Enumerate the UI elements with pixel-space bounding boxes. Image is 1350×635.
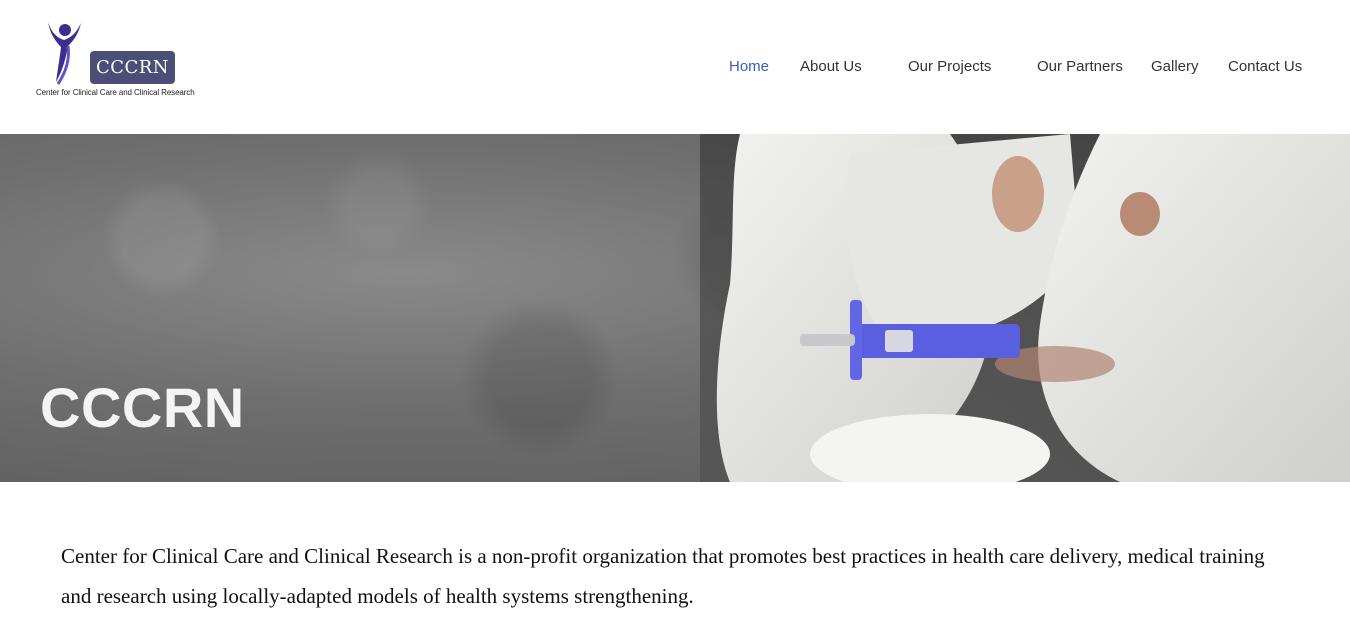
nav-contact-us[interactable]: Contact Us: [1228, 57, 1302, 77]
hero-title: CCCRN: [40, 376, 245, 439]
intro-paragraph: Center for Clinical Care and Clinical Re…: [61, 544, 1265, 608]
nav-our-projects[interactable]: Our Projects: [908, 57, 991, 77]
logo-figure-icon: [48, 22, 81, 85]
site-header: CCCRN Center for Clinical Care and Clini…: [0, 0, 1350, 134]
hero-banner: CCCRN: [0, 134, 1350, 482]
nav-about-us[interactable]: About Us: [800, 57, 862, 77]
nav-our-partners[interactable]: Our Partners: [1037, 57, 1123, 77]
site-logo[interactable]: CCCRN Center for Clinical Care and Clini…: [36, 18, 206, 100]
nav-home[interactable]: Home: [729, 57, 769, 77]
gloved-hands-image: [700, 134, 1350, 482]
logo-caption: Center for Clinical Care and Clinical Re…: [36, 88, 195, 97]
nav-gallery[interactable]: Gallery: [1151, 57, 1199, 77]
logo-badge: CCCRN: [90, 51, 175, 84]
